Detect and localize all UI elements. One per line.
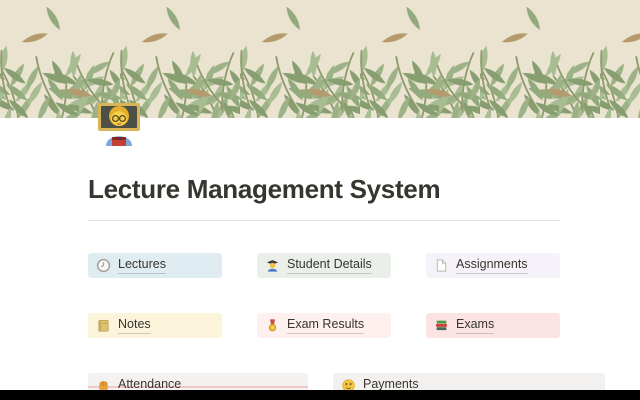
card-label: Lectures	[118, 257, 166, 275]
card-student-details[interactable]: Student Details	[257, 253, 391, 278]
card-label: Exams	[456, 317, 495, 335]
page-title: Lecture Management System	[88, 174, 441, 204]
card-exams[interactable]: Exams	[426, 313, 560, 338]
card-label: Assignments	[456, 257, 528, 275]
card-lectures[interactable]: Lectures	[88, 253, 222, 278]
notebook-icon	[98, 319, 109, 332]
card-row-2: Notes Exam Results Exams	[88, 313, 560, 338]
page-icon	[436, 259, 447, 272]
card-label: Exam Results	[287, 317, 365, 335]
student-icon	[266, 260, 279, 272]
card-notes[interactable]: Notes	[88, 313, 222, 338]
card-row-1: Lectures Student Details Assignments	[88, 253, 560, 278]
card-assignments[interactable]: Assignments	[426, 253, 560, 278]
title-divider	[88, 220, 560, 221]
card-label: Notes	[118, 317, 151, 335]
card-exam-results[interactable]: Exam Results	[257, 313, 391, 338]
clock-icon	[96, 258, 111, 273]
woman-teacher-emoji-icon[interactable]	[96, 100, 142, 146]
letterbox-bar	[0, 390, 640, 400]
card-label: Student Details	[287, 257, 372, 275]
medal-icon	[268, 319, 277, 332]
notion-page: Lecture Management System Lectures Stude…	[0, 0, 640, 400]
books-icon	[436, 320, 447, 331]
